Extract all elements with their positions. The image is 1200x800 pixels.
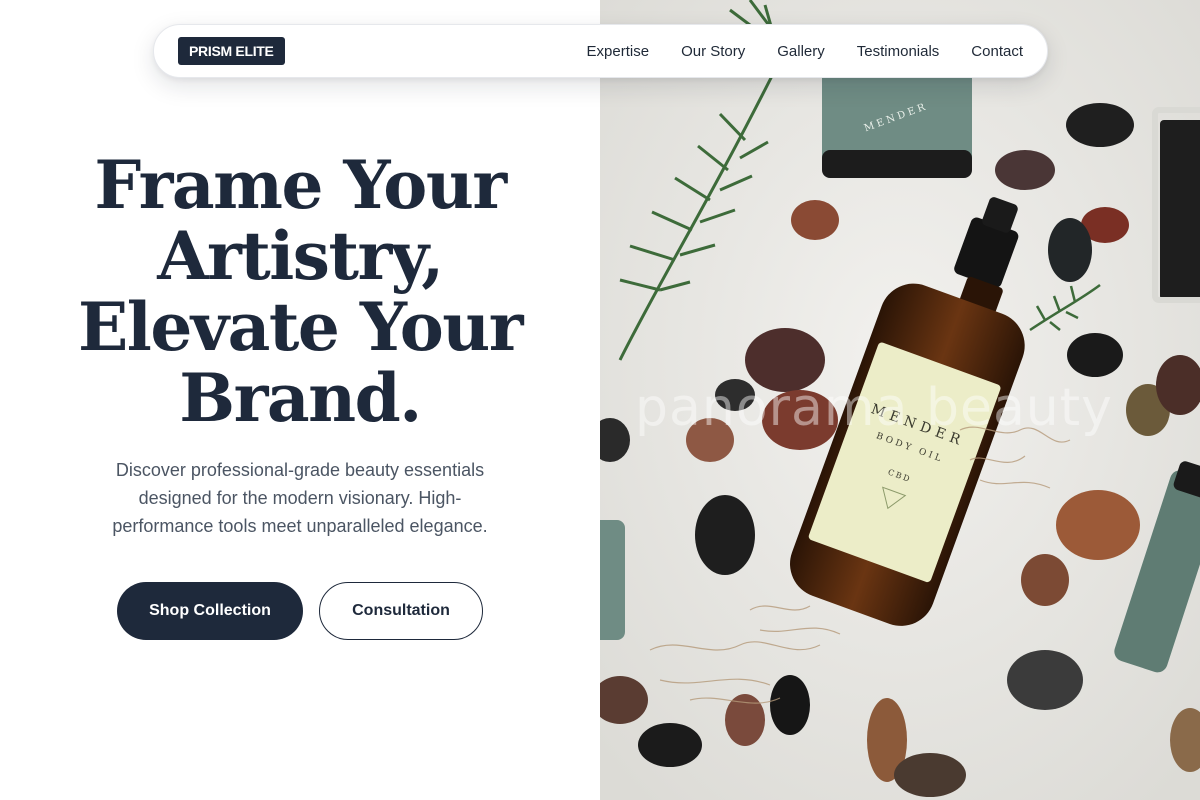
nav-link-testimonials[interactable]: Testimonials [857,43,940,60]
shop-collection-button[interactable]: Shop Collection [117,582,303,640]
watermark-text: panorama beauty [635,378,1113,438]
hero-cta-group: Shop Collection Consultation [0,582,600,640]
top-navigation: PRISM ELITE Expertise Our Story Gallery … [153,24,1048,78]
hero-product-image: MENDER MENDER BODY OIL CBD panorama beau… [600,0,1200,800]
nav-link-our-story[interactable]: Our Story [681,43,745,60]
brand-logo[interactable]: PRISM ELITE [178,37,285,65]
nav-link-expertise[interactable]: Expertise [587,43,650,60]
nav-links: Expertise Our Story Gallery Testimonials… [587,43,1023,60]
nav-link-gallery[interactable]: Gallery [777,43,825,60]
hero-headline: Frame Your Artistry, Elevate Your Brand. [77,146,524,437]
salve-jar: MENDER [822,65,972,178]
hero-section: Frame Your Artistry, Elevate Your Brand.… [0,150,600,640]
nav-link-contact[interactable]: Contact [971,43,1023,60]
hero-subtext: Discover professional-grade beauty essen… [112,460,488,536]
consultation-button[interactable]: Consultation [319,582,483,640]
